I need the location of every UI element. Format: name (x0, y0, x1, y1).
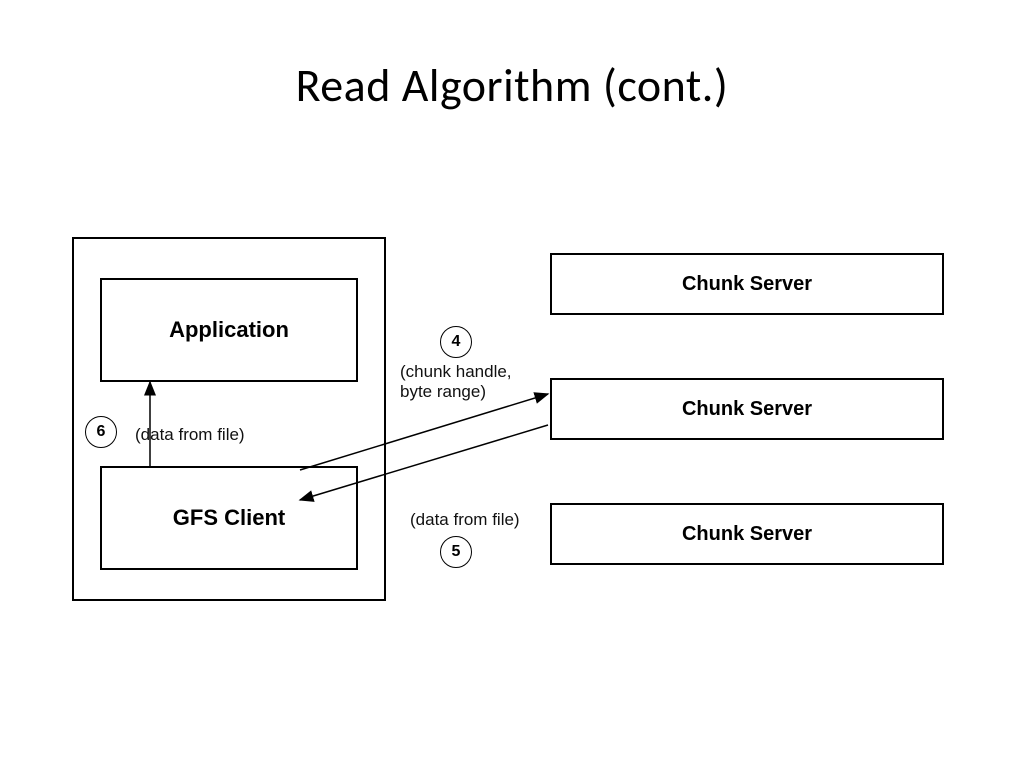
step-4-circle: 4 (440, 326, 472, 358)
application-label: Application (169, 317, 289, 343)
gfs-client-label: GFS Client (173, 505, 285, 531)
slide: Read Algorithm (cont.) Application GFS C… (0, 0, 1024, 768)
step-4-number: 4 (452, 333, 461, 351)
step-5-number: 5 (452, 543, 461, 561)
chunk-server-2-label: Chunk Server (682, 398, 812, 421)
label-data-from-file-right: (data from file) (410, 510, 520, 530)
chunk-server-3: Chunk Server (550, 503, 944, 565)
gfs-client-box: GFS Client (100, 466, 358, 570)
step-5-circle: 5 (440, 536, 472, 568)
step-6-circle: 6 (85, 416, 117, 448)
label-chunk-handle: (chunk handle, byte range) (400, 362, 512, 403)
label-data-from-file-left: (data from file) (135, 425, 245, 445)
chunk-server-1: Chunk Server (550, 253, 944, 315)
chunk-server-1-label: Chunk Server (682, 273, 812, 296)
chunk-server-2: Chunk Server (550, 378, 944, 440)
application-box: Application (100, 278, 358, 382)
chunk-server-3-label: Chunk Server (682, 523, 812, 546)
step-6-number: 6 (97, 423, 106, 441)
slide-title: Read Algorithm (cont.) (0, 58, 1024, 114)
